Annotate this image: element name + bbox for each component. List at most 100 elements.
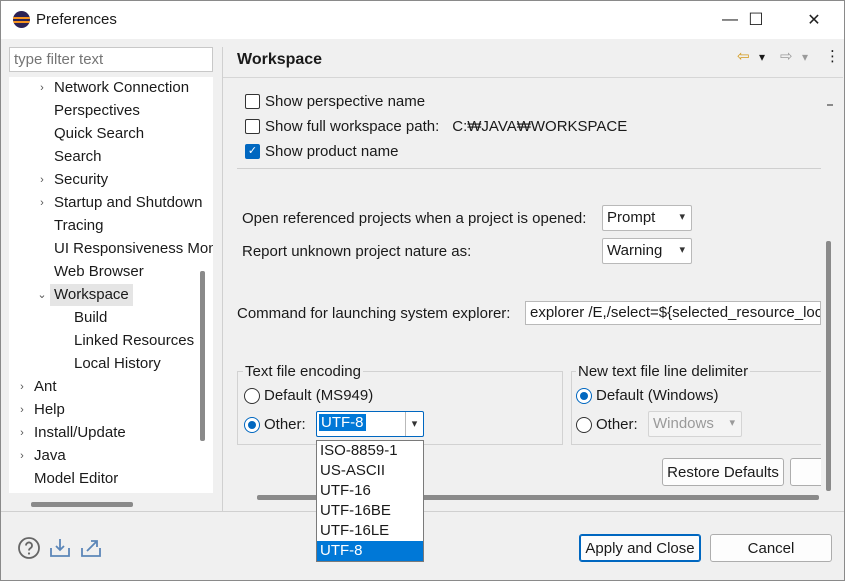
encoding-default-radio[interactable]: Default (MS949) bbox=[244, 387, 373, 404]
eclipse-icon bbox=[13, 11, 30, 28]
unknown-project-nature-combo[interactable]: Warning ▾ bbox=[602, 238, 692, 264]
checkbox-box[interactable] bbox=[245, 94, 260, 109]
dropdown-option[interactable]: UTF-16 bbox=[317, 481, 423, 501]
apply-button-partial[interactable] bbox=[790, 458, 821, 486]
dropdown-option[interactable]: UTF-16BE bbox=[317, 501, 423, 521]
checkbox-label: Show product name bbox=[265, 143, 399, 160]
chevron-down-icon[interactable]: ▾ bbox=[405, 412, 423, 436]
radio-button-selected[interactable] bbox=[576, 387, 592, 404]
cancel-button[interactable]: Cancel bbox=[710, 534, 832, 562]
dropdown-option[interactable]: UTF-16LE bbox=[317, 521, 423, 541]
chevron-right-icon[interactable]: › bbox=[36, 192, 48, 214]
radio-button-selected[interactable] bbox=[244, 416, 260, 433]
chevron-down-icon[interactable]: ⌄ bbox=[36, 284, 48, 306]
back-arrow-icon[interactable]: ⇦ bbox=[737, 47, 750, 65]
checkbox-box[interactable] bbox=[245, 119, 260, 134]
delimiter-other-radio[interactable]: Other: bbox=[576, 416, 638, 433]
help-icon[interactable] bbox=[17, 536, 41, 560]
show-product-name-checkbox[interactable]: ✓ Show product name bbox=[245, 143, 398, 160]
chevron-down-icon: ▾ bbox=[729, 417, 735, 429]
tree-item-label: Ant bbox=[34, 378, 57, 395]
content-vertical-scrollbar[interactable] bbox=[826, 241, 831, 491]
filter-input[interactable] bbox=[9, 47, 213, 72]
tree-item-label: Security bbox=[54, 171, 109, 188]
apply-and-close-button[interactable]: Apply and Close bbox=[579, 534, 701, 562]
delimiter-combo: Windows ▾ bbox=[648, 411, 742, 437]
combo-value: Prompt bbox=[607, 209, 656, 226]
encoding-other-radio[interactable]: Other: bbox=[244, 416, 306, 433]
tree-vertical-scrollbar[interactable] bbox=[200, 271, 205, 441]
view-menu-icon[interactable]: ⋮ bbox=[825, 47, 840, 65]
chevron-right-icon[interactable]: › bbox=[16, 376, 28, 398]
radio-label: Other: bbox=[264, 416, 306, 433]
chevron-down-icon: ▾ bbox=[679, 211, 685, 223]
tree-item-label: Install/Update bbox=[34, 424, 126, 441]
section-divider bbox=[237, 168, 821, 169]
import-icon[interactable] bbox=[48, 536, 72, 560]
preferences-window: Preferences — ☐ ✕ › Network Connection P… bbox=[0, 0, 845, 581]
tree-item-label: Local History bbox=[74, 355, 161, 372]
chevron-right-icon[interactable]: › bbox=[36, 169, 48, 191]
content-scrollbar-top bbox=[827, 104, 833, 106]
back-history-dropdown-icon[interactable]: ▾ bbox=[759, 50, 765, 64]
combo-value: Warning bbox=[607, 242, 663, 259]
open-referenced-projects-combo[interactable]: Prompt ▾ bbox=[602, 205, 692, 231]
radio-label: Other: bbox=[596, 416, 638, 433]
tree-item-label: Perspectives bbox=[54, 102, 140, 119]
chevron-right-icon[interactable]: › bbox=[36, 77, 48, 99]
show-perspective-name-checkbox[interactable]: Show perspective name bbox=[245, 93, 425, 110]
show-full-workspace-path-checkbox[interactable]: Show full workspace path: C:₩JAVA₩WORKSP… bbox=[245, 118, 627, 135]
combo-value: UTF-8 bbox=[319, 414, 366, 431]
export-icon[interactable] bbox=[79, 536, 103, 560]
page-title: Workspace bbox=[237, 51, 323, 68]
tree-item-label: Web Browser bbox=[54, 263, 144, 280]
encoding-dropdown-list[interactable]: ISO-8859-1 US-ASCII UTF-16 UTF-16BE UTF-… bbox=[316, 440, 424, 562]
unknown-project-nature-label: Report unknown project nature as: bbox=[242, 243, 472, 260]
workspace-path-value: C:₩JAVA₩WORKSPACE bbox=[452, 118, 628, 135]
checkbox-label: Show perspective name bbox=[265, 93, 426, 110]
preferences-tree: › Network Connection Perspectives Quick … bbox=[9, 77, 213, 493]
tree-horizontal-scrollbar[interactable] bbox=[31, 502, 133, 507]
dropdown-option-selected[interactable]: UTF-8 bbox=[317, 541, 423, 561]
system-explorer-label: Command for launching system explorer: bbox=[237, 305, 511, 322]
checkbox-checked-box[interactable]: ✓ bbox=[245, 144, 260, 159]
tree-item-label: UI Responsiveness Monitoring bbox=[54, 240, 213, 257]
combo-value: Windows bbox=[653, 415, 714, 432]
delimiter-default-radio[interactable]: Default (Windows) bbox=[576, 387, 719, 404]
tree-item-label: Workspace bbox=[50, 284, 133, 306]
radio-label: Default (MS949) bbox=[264, 387, 374, 404]
chevron-down-icon: ▾ bbox=[679, 244, 685, 256]
tree-item-label: Linked Resources bbox=[74, 332, 195, 349]
window-title: Preferences bbox=[36, 11, 117, 28]
title-bar: Preferences — ☐ ✕ bbox=[1, 1, 844, 39]
forward-arrow-icon[interactable]: ⇨ bbox=[780, 47, 793, 65]
tree-item-label: Help bbox=[34, 401, 65, 418]
close-button[interactable]: ✕ bbox=[791, 1, 837, 39]
tree-item-label: Java bbox=[34, 447, 66, 464]
checkbox-label: Show full workspace path: bbox=[265, 118, 440, 135]
tree-item-label: Model Editor bbox=[34, 470, 119, 487]
forward-history-dropdown-icon[interactable]: ▾ bbox=[802, 50, 808, 64]
open-referenced-projects-label: Open referenced projects when a project … bbox=[242, 210, 587, 227]
tree-item-label: Network Connection bbox=[54, 79, 190, 96]
tree-item-label: Startup and Shutdown bbox=[54, 194, 203, 211]
radio-label: Default (Windows) bbox=[596, 387, 719, 404]
text-file-encoding-title: Text file encoding bbox=[243, 363, 363, 380]
radio-button[interactable] bbox=[244, 387, 260, 404]
line-delimiter-title: New text file line delimiter bbox=[576, 363, 751, 380]
chevron-right-icon[interactable]: › bbox=[16, 445, 28, 467]
radio-button[interactable] bbox=[576, 416, 592, 433]
tree-item-label: Tracing bbox=[54, 217, 104, 234]
system-explorer-command-input[interactable]: explorer /E,/select=${selected_resource_… bbox=[525, 301, 821, 325]
chevron-right-icon[interactable]: › bbox=[16, 399, 28, 421]
header-divider bbox=[223, 77, 843, 78]
maximize-button[interactable]: ☐ bbox=[733, 1, 779, 39]
tree-item-label: Quick Search bbox=[54, 125, 145, 142]
dropdown-option[interactable]: ISO-8859-1 bbox=[317, 441, 423, 461]
encoding-combo[interactable]: UTF-8 ▾ bbox=[316, 411, 424, 437]
restore-defaults-button[interactable]: Restore Defaults bbox=[662, 458, 784, 486]
chevron-right-icon[interactable]: › bbox=[16, 422, 28, 444]
tree-item-label: Build bbox=[74, 309, 108, 326]
dropdown-option[interactable]: US-ASCII bbox=[317, 461, 423, 481]
workspace-settings: Show perspective name Show full workspac… bbox=[223, 79, 821, 491]
